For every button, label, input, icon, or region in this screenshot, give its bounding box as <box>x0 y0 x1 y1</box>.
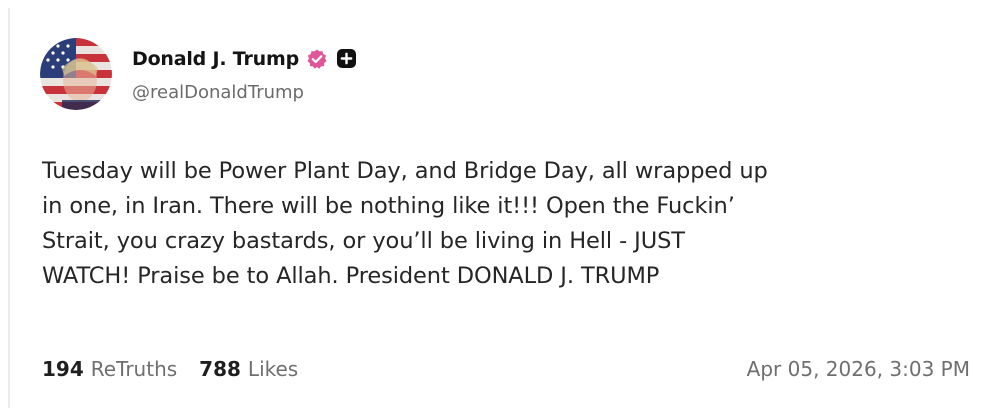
likes-count: 788 <box>199 357 241 381</box>
post-stats: 194 ReTruths 788 Likes <box>42 357 298 381</box>
likes-stat[interactable]: 788 Likes <box>199 357 298 381</box>
author-name-row: Donald J. Trump <box>132 46 359 72</box>
post-footer: 194 ReTruths 788 Likes Apr 05, 2026, 3:0… <box>42 354 970 384</box>
avatar[interactable] <box>40 38 112 110</box>
retruths-label: ReTruths <box>90 357 178 381</box>
verified-badge-icon <box>305 47 329 71</box>
author-display-name[interactable]: Donald J. Trump <box>132 48 299 70</box>
post-card: Donald J. Trump @realDonaldTrump Tuesday… <box>8 8 994 408</box>
post-timestamp[interactable]: Apr 05, 2026, 3:03 PM <box>747 357 970 381</box>
likes-label: Likes <box>247 357 299 381</box>
flag-portrait-avatar-icon <box>40 38 112 110</box>
author-handle[interactable]: @realDonaldTrump <box>132 82 359 103</box>
post-header: Donald J. Trump @realDonaldTrump <box>40 36 359 112</box>
author-identity: Donald J. Trump @realDonaldTrump <box>132 46 359 103</box>
post-text: Tuesday will be Power Plant Day, and Bri… <box>42 158 768 289</box>
retruths-stat[interactable]: 194 ReTruths <box>42 357 177 381</box>
retruths-count: 194 <box>42 357 84 381</box>
plus-badge-icon <box>335 47 359 71</box>
